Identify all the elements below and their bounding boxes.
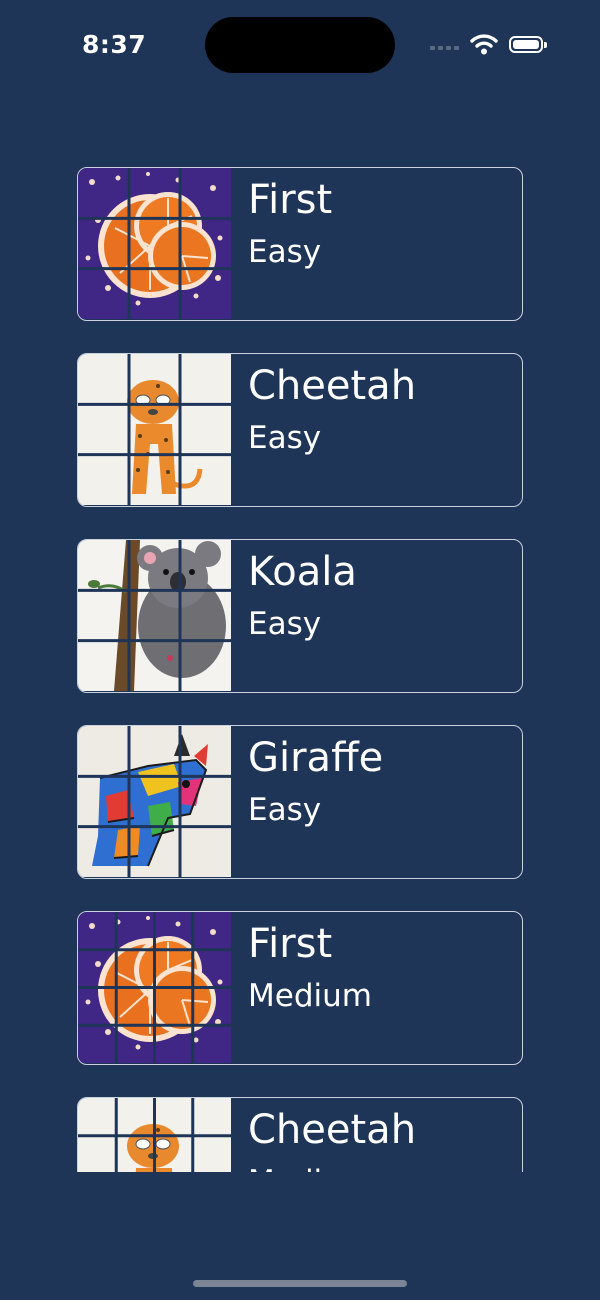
puzzle-list[interactable]: First Easy Cheetah Easy Koala Easy Giraf… [0,160,600,1172]
puzzle-difficulty: Medium [248,1162,372,1172]
puzzle-thumbnail [78,726,231,877]
wifi-icon [470,33,498,59]
puzzle-title: First [248,921,333,967]
puzzle-title: Cheetah [248,363,417,409]
puzzle-difficulty: Easy [248,234,322,270]
puzzle-artwork [78,726,231,877]
status-bar: 8:37 [0,0,600,90]
puzzle-thumbnail [78,1098,231,1172]
status-time: 8:37 [82,30,147,59]
puzzle-card[interactable]: Cheetah Easy [77,353,523,507]
puzzle-title: Giraffe [248,735,384,781]
cellular-signal-icon [430,40,462,50]
puzzle-difficulty: Easy [248,420,322,456]
home-indicator [193,1280,407,1287]
puzzle-artwork [78,912,231,1063]
puzzle-thumbnail [78,168,231,319]
puzzle-thumbnail [78,912,231,1063]
battery-icon [509,36,547,53]
puzzle-title: First [248,177,333,223]
puzzle-card[interactable]: Giraffe Easy [77,725,523,879]
puzzle-card[interactable]: First Easy [77,167,523,321]
puzzle-difficulty: Easy [248,792,322,828]
puzzle-card[interactable]: Cheetah Medium [77,1097,523,1172]
puzzle-title: Cheetah [248,1107,417,1153]
puzzle-difficulty: Easy [248,606,322,642]
puzzle-artwork [78,354,231,505]
puzzle-thumbnail [78,540,231,691]
puzzle-artwork [78,1098,231,1172]
puzzle-card[interactable]: First Medium [77,911,523,1065]
puzzle-thumbnail [78,354,231,505]
puzzle-title: Koala [248,549,357,595]
dynamic-island [205,17,395,73]
puzzle-difficulty: Medium [248,978,372,1014]
puzzle-artwork [78,168,231,319]
puzzle-artwork [78,540,231,691]
puzzle-card[interactable]: Koala Easy [77,539,523,693]
